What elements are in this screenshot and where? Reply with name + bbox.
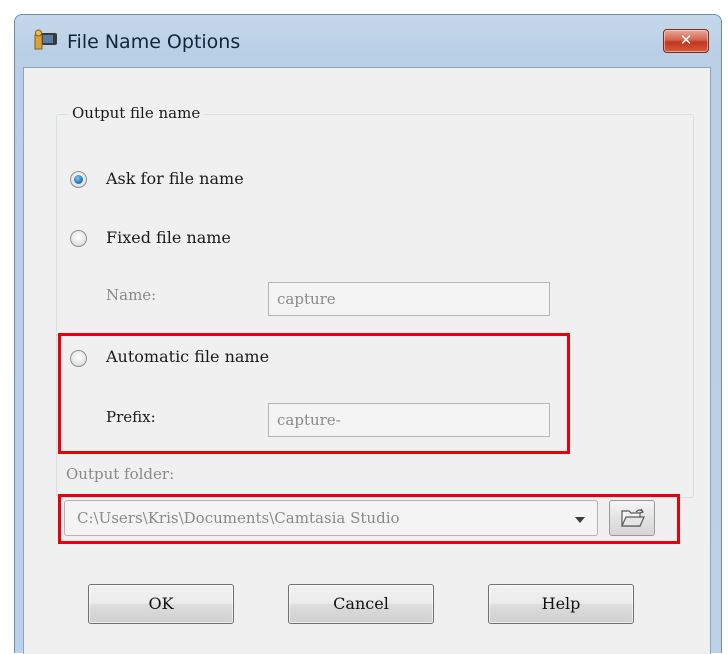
app-icon	[34, 29, 57, 50]
fixed-file-name-label[interactable]: Fixed file name	[106, 228, 231, 247]
output-folder-combo[interactable]: C:\Users\Kris\Documents\Camtasia Studio	[64, 500, 598, 536]
name-label: Name:	[106, 286, 157, 304]
output-folder-value: C:\Users\Kris\Documents\Camtasia Studio	[77, 509, 400, 527]
prefix-label: Prefix:	[106, 408, 156, 426]
fixed-file-name-radio[interactable]	[70, 230, 87, 247]
title-bar[interactable]: File Name Options ✕	[15, 15, 721, 65]
output-folder-label: Output folder:	[66, 465, 175, 483]
chevron-down-icon[interactable]	[575, 517, 585, 523]
cancel-button[interactable]: Cancel	[288, 584, 434, 624]
prefix-input[interactable]: capture-	[268, 403, 550, 437]
group-label: Output file name	[68, 104, 205, 122]
dialog-window: File Name Options ✕ Output file name Ask…	[14, 14, 722, 654]
help-button[interactable]: Help	[488, 584, 634, 624]
ok-button[interactable]: OK	[88, 584, 234, 624]
window-title: File Name Options	[67, 31, 241, 53]
browse-folder-button[interactable]	[609, 500, 655, 536]
open-folder-icon	[621, 508, 645, 527]
close-button[interactable]: ✕	[663, 29, 709, 53]
automatic-file-name-radio[interactable]	[70, 350, 87, 367]
automatic-file-name-label[interactable]: Automatic file name	[106, 347, 269, 366]
ask-file-name-radio[interactable]	[70, 171, 87, 188]
name-input[interactable]: capture	[268, 282, 550, 316]
dialog-body: Output file name Ask for file name Fixed…	[23, 67, 711, 654]
close-icon: ✕	[679, 31, 693, 49]
ask-file-name-label[interactable]: Ask for file name	[106, 169, 244, 188]
